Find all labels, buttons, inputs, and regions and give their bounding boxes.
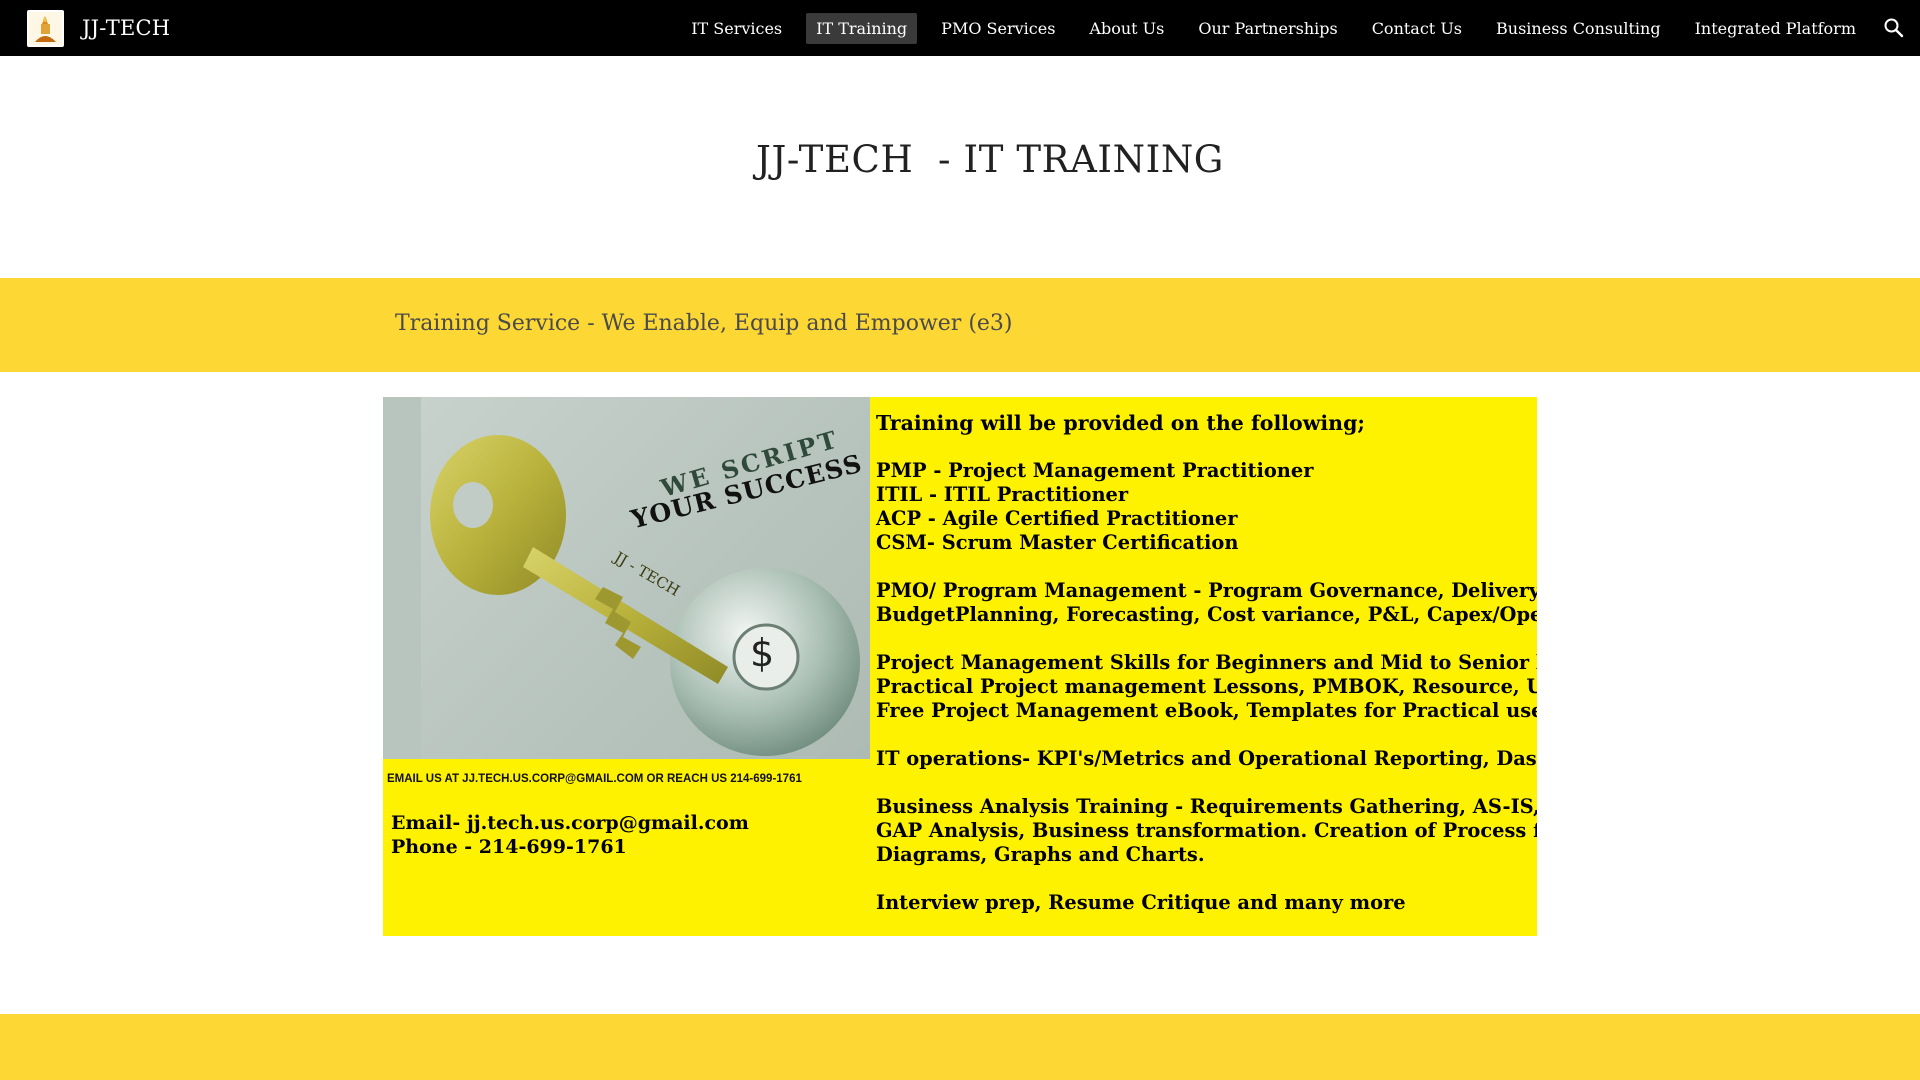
dollar-sign-icon: $	[750, 631, 775, 675]
list-item: PMP - Project Management Practitioner	[876, 459, 1314, 482]
contact-phone: Phone - 214-699-1761	[391, 836, 627, 858]
list-item: IT operations- KPI's/Metrics and Operati…	[876, 747, 1537, 770]
list-item: ITIL - ITIL Practitioner	[876, 483, 1129, 506]
nav-our-partnerships[interactable]: Our Partnerships	[1188, 13, 1347, 44]
main-navigation: IT Services IT Training PMO Services Abo…	[667, 0, 1866, 56]
nav-pmo-services[interactable]: PMO Services	[931, 13, 1065, 44]
training-banner: Training Service - We Enable, Equip and …	[0, 278, 1920, 372]
nav-it-services[interactable]: IT Services	[681, 13, 792, 44]
list-item: ACP - Agile Certified Practitioner	[876, 507, 1238, 530]
list-item: GAP Analysis, Business transformation. C…	[876, 819, 1537, 842]
nav-it-training[interactable]: IT Training	[806, 12, 918, 44]
footer-band	[0, 1014, 1920, 1080]
list-item: Project Management Skills for Beginners …	[876, 651, 1537, 674]
nav-contact-us[interactable]: Contact Us	[1362, 13, 1472, 44]
jj-tech-logo-icon	[27, 9, 64, 47]
brand-link[interactable]: JJ-TECH	[27, 9, 171, 47]
list-item: CSM- Scrum Master Certification	[876, 531, 1239, 554]
list-item: PMO/ Program Management - Program Govern…	[876, 579, 1537, 602]
banner-text: Training Service - We Enable, Equip and …	[395, 311, 1013, 336]
list-item: Free Project Management eBook, Templates…	[876, 699, 1537, 722]
search-icon[interactable]	[1882, 16, 1906, 40]
top-navigation-bar: JJ-TECH IT Services IT Training PMO Serv…	[0, 0, 1920, 56]
list-item: BudgetPlanning, Forecasting, Cost varian…	[876, 603, 1537, 626]
list-item: Business Analysis Training - Requirement…	[876, 795, 1537, 818]
training-image: WE SCRIPT YOUR SUCCESS JJ - TECH $ EMAIL…	[383, 397, 1537, 936]
email-line: EMAIL US AT JJ.TECH.US.CORP@GMAIL.COM OR…	[387, 773, 802, 785]
nav-integrated-platform[interactable]: Integrated Platform	[1685, 13, 1866, 44]
nav-business-consulting[interactable]: Business Consulting	[1486, 13, 1671, 44]
list-item: Diagrams, Graphs and Charts.	[876, 843, 1205, 866]
site-title: JJ-TECH	[82, 16, 171, 40]
list-heading: Training will be provided on the followi…	[876, 411, 1365, 435]
list-item: Interview prep, Resume Critique and many…	[876, 891, 1406, 914]
page-title: JJ-TECH - IT TRAINING	[756, 138, 1224, 181]
list-item: Practical Project management Lessons, PM…	[876, 675, 1537, 698]
key-illustration: WE SCRIPT YOUR SUCCESS JJ - TECH $	[383, 397, 870, 759]
training-topics-list: Training will be provided on the followi…	[876, 411, 1537, 915]
nav-about-us[interactable]: About Us	[1079, 13, 1174, 44]
contact-email: Email- jj.tech.us.corp@gmail.com	[391, 812, 749, 834]
